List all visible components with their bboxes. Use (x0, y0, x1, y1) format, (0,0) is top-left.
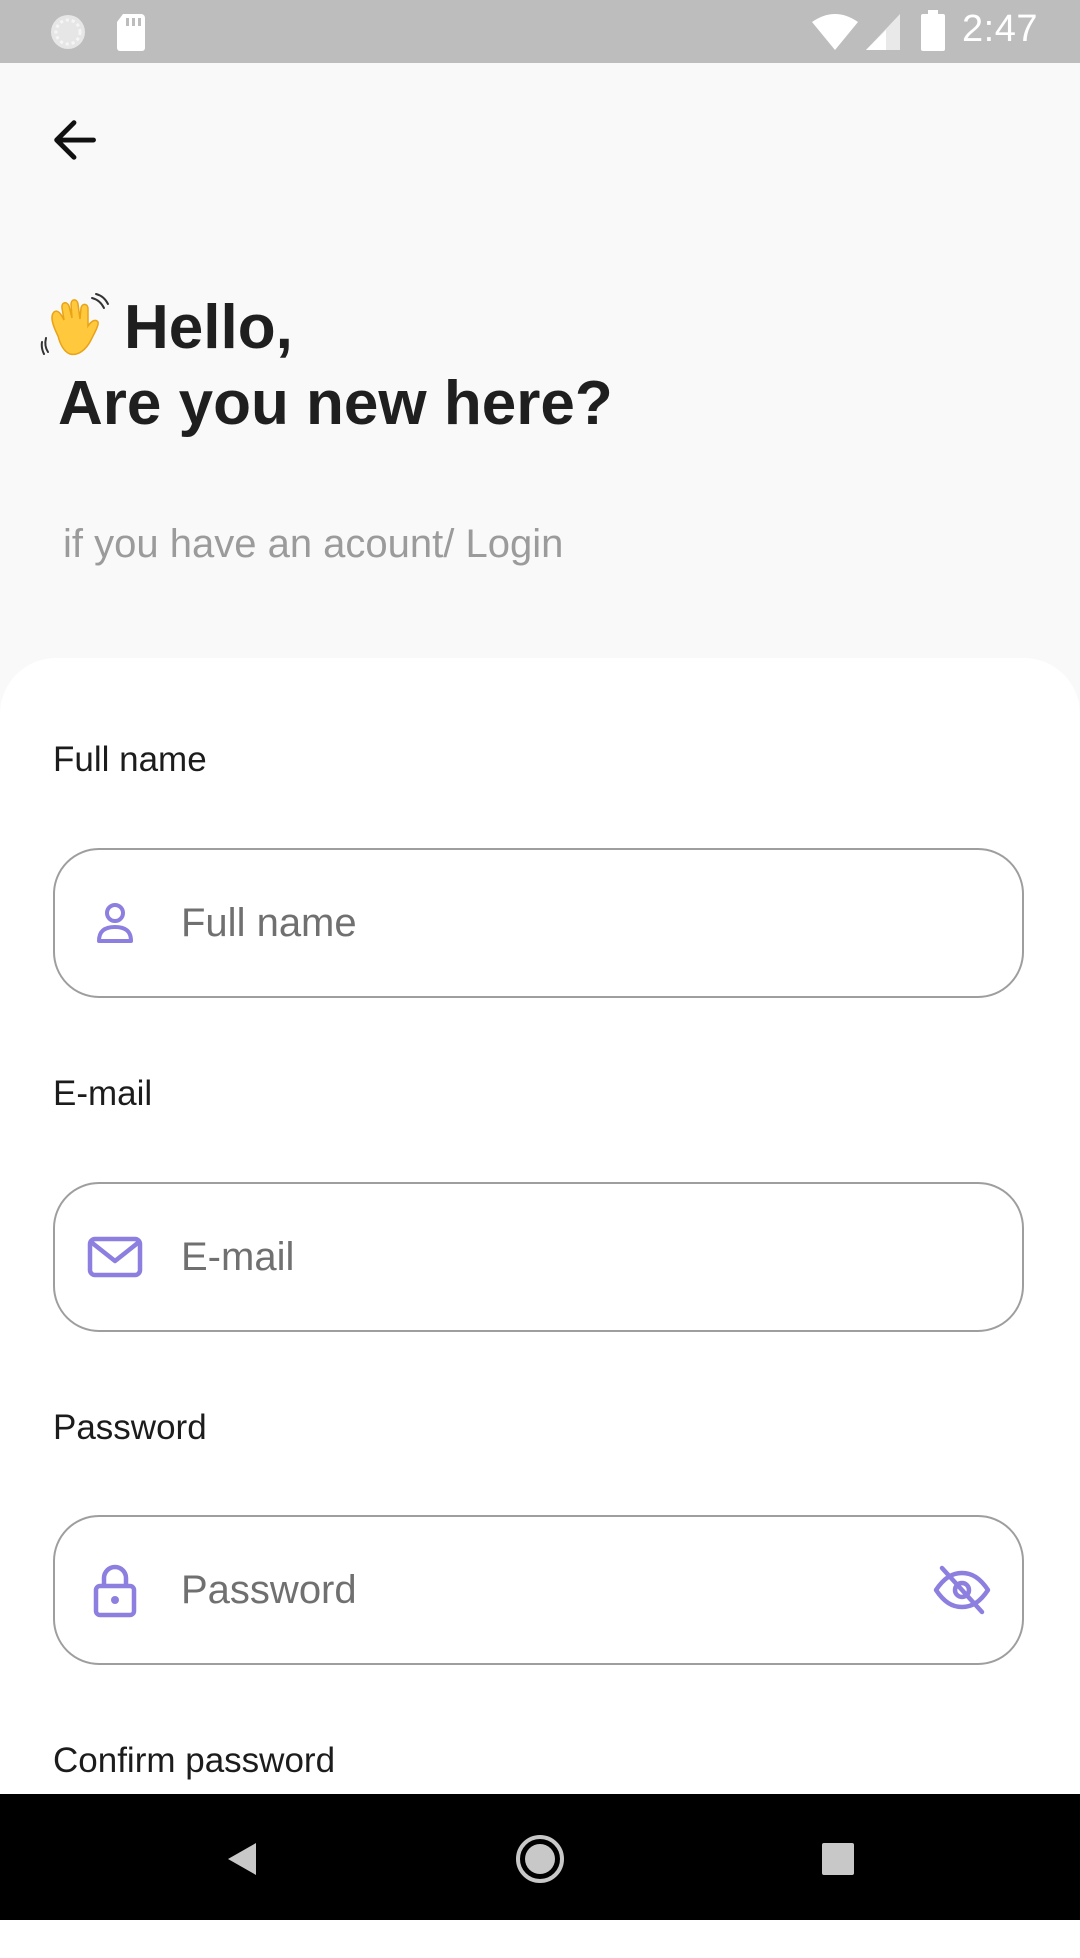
password-field[interactable] (53, 1515, 1024, 1665)
signup-form-card: Full name E-mail Password (0, 658, 1080, 1958)
password-label: Password (53, 1408, 207, 1447)
waving-hand-icon (40, 292, 112, 364)
page-title: Are you new here? (58, 369, 613, 438)
status-bar: 2:47 (0, 0, 1080, 63)
triangle-back-icon (228, 1843, 256, 1875)
arrow-left-icon (54, 120, 96, 160)
battery-icon (920, 10, 946, 57)
nav-recents-button[interactable] (803, 1824, 873, 1894)
lock-icon (87, 1562, 143, 1618)
email-input[interactable] (181, 1184, 861, 1330)
heading: Hello, Are you new here? (40, 290, 613, 442)
confirm-password-label: Confirm password (53, 1741, 336, 1780)
mail-icon (87, 1229, 143, 1285)
circle-home-icon (516, 1835, 564, 1883)
wifi-icon (810, 12, 860, 57)
cell-signal-icon (864, 12, 902, 57)
nav-home-button[interactable] (505, 1824, 575, 1894)
full-name-input[interactable] (181, 850, 861, 996)
password-input[interactable] (181, 1517, 861, 1663)
sync-icon (48, 12, 88, 57)
nav-back-button[interactable] (207, 1824, 277, 1894)
back-button[interactable] (34, 100, 114, 180)
system-nav-bar (0, 1794, 1080, 1920)
login-link[interactable]: if you have an acount/ Login (63, 522, 563, 567)
full-name-label: Full name (53, 740, 207, 779)
email-field[interactable] (53, 1182, 1024, 1332)
eye-off-icon (933, 1565, 991, 1615)
person-icon (87, 895, 143, 951)
square-recents-icon (822, 1843, 854, 1875)
status-time: 2:47 (962, 8, 1038, 50)
greeting-text: Hello, (124, 293, 293, 362)
full-name-field[interactable] (53, 848, 1024, 998)
password-visibility-toggle[interactable] (930, 1558, 994, 1622)
sd-card-icon (115, 12, 147, 57)
email-label: E-mail (53, 1074, 153, 1113)
